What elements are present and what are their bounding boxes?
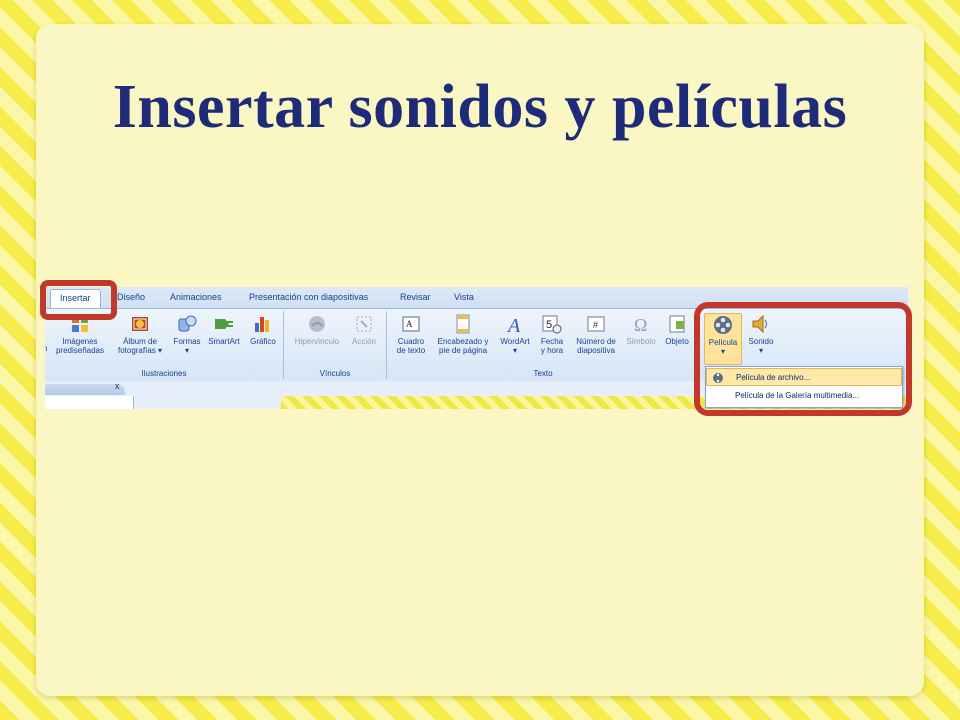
- object-button[interactable]: Objeto: [660, 313, 694, 346]
- object-label-1: Objeto: [665, 337, 689, 346]
- date-time-button[interactable]: 5 Fecha y hora: [535, 313, 569, 355]
- slide-number-button[interactable]: # Número de diapositiva: [569, 313, 623, 355]
- tab-revisar[interactable]: Revisar: [400, 292, 431, 302]
- shapes-button[interactable]: Formas ▾: [169, 313, 205, 355]
- chart-icon: [252, 313, 274, 335]
- action-icon: [353, 313, 375, 335]
- header-footer-button[interactable]: Encabezado y pie de página: [431, 313, 495, 355]
- svg-text:Ω: Ω: [634, 315, 647, 335]
- hyperlink-button[interactable]: Hipervínculo: [289, 313, 345, 346]
- slide-title: Insertar sonidos y películas: [112, 73, 848, 141]
- clipart-label-2: prediseñadas: [55, 346, 105, 355]
- symbol-label-1: Símbolo: [626, 337, 656, 346]
- tab-animaciones[interactable]: Animaciones: [170, 292, 222, 302]
- group-divider: [283, 311, 284, 379]
- symbol-button[interactable]: Ω Símbolo: [623, 313, 659, 346]
- group-label-texto: Texto: [533, 369, 553, 378]
- group-label-vinculos: Vínculos: [319, 369, 351, 378]
- shapes-icon: [176, 313, 198, 335]
- shapes-label-1: Formas: [173, 337, 201, 346]
- action-button[interactable]: Acción: [347, 313, 381, 346]
- tab-vista[interactable]: Vista: [454, 292, 474, 302]
- wordart-label-2: ▾: [512, 346, 517, 355]
- svg-text:5: 5: [546, 319, 552, 331]
- slide-number-icon: #: [585, 313, 607, 335]
- object-icon: [666, 313, 688, 335]
- slide-number-label-2: diapositiva: [577, 346, 615, 355]
- svg-text:#: #: [593, 320, 598, 330]
- svg-text:A: A: [406, 319, 413, 329]
- textbox-label-1: Cuadro: [397, 337, 425, 346]
- hyperlink-label-1: Hipervínculo: [294, 337, 340, 346]
- tab-diseno[interactable]: Diseño: [117, 292, 145, 302]
- date-time-label-2: y hora: [540, 346, 564, 355]
- smartart-icon: [213, 313, 235, 335]
- date-time-icon: 5: [541, 313, 563, 335]
- header-footer-icon: [452, 313, 474, 335]
- smartart-button[interactable]: SmartArt: [204, 313, 244, 346]
- shapes-label-2: ▾: [184, 346, 189, 355]
- textbox-icon: A: [400, 313, 422, 335]
- textbox-label-2: de texto: [396, 346, 426, 355]
- partial-button-label: n: [45, 344, 48, 353]
- photo-album-label-2: fotografías ▾: [117, 346, 163, 355]
- tab-presentacion[interactable]: Presentación con diapositivas: [249, 292, 368, 302]
- date-time-label-1: Fecha: [540, 337, 564, 346]
- smartart-label-1: SmartArt: [208, 337, 240, 346]
- pane-close-button[interactable]: x: [115, 381, 120, 391]
- header-footer-label-2: pie de página: [438, 346, 488, 355]
- symbol-icon: Ω: [630, 313, 652, 335]
- photo-album-icon: [129, 313, 151, 335]
- media-group-highlight: [694, 302, 912, 416]
- slide-number-label-1: Número de: [576, 337, 616, 346]
- wordart-button[interactable]: A WordArt ▾: [495, 313, 535, 355]
- textbox-button[interactable]: A Cuadro de texto: [391, 313, 431, 355]
- wordart-label-1: WordArt: [500, 337, 530, 346]
- photo-album-button[interactable]: Álbum de fotografías ▾: [111, 313, 169, 355]
- photo-album-label-1: Álbum de: [123, 337, 157, 346]
- clipart-label-1: Imágenes: [62, 337, 98, 346]
- group-label-ilustraciones: Ilustraciones: [141, 369, 187, 378]
- chart-button[interactable]: Gráfico: [245, 313, 281, 346]
- header-footer-label-1: Encabezado y: [437, 337, 489, 346]
- svg-text:A: A: [506, 315, 521, 335]
- action-label-1: Acción: [351, 337, 376, 346]
- slides-pane-tab[interactable]: [45, 384, 125, 395]
- insertar-tab-highlight: [40, 280, 117, 320]
- slides-pane: [45, 396, 134, 409]
- wordart-icon: A: [504, 313, 526, 335]
- chart-label-1: Gráfico: [250, 337, 276, 346]
- hyperlink-icon: [306, 313, 328, 335]
